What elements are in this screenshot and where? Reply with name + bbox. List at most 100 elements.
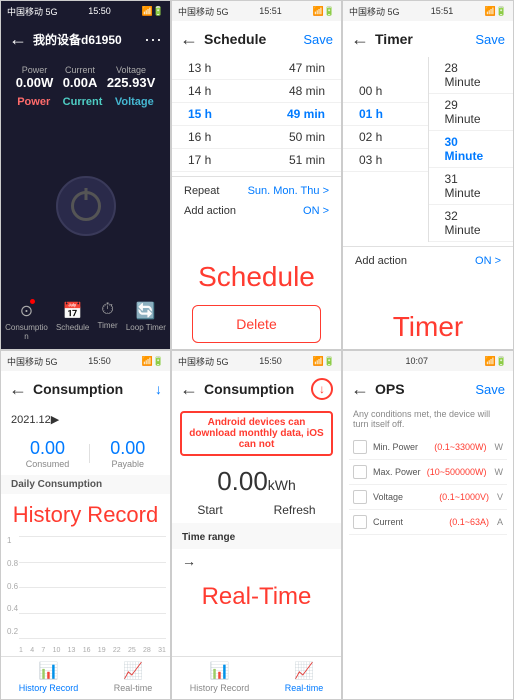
start-refresh-row: Start Refresh [172,499,341,523]
repeat-label: Repeat [184,185,219,197]
status-left: 中国移动 5G [7,5,58,18]
bottom-nav-timer[interactable]: ⏱ Timer [98,301,118,341]
nav-bar-cons-left: ← Consumption ↓ [1,371,170,407]
consumption-icon-wrap: ⊙ [20,301,33,321]
daily-consumption-header: Daily Consumption [1,475,170,494]
cons-nav-realtime[interactable]: 📈 Real-time [114,661,153,693]
start-button[interactable]: Start [197,503,222,517]
ops-back-button[interactable]: ← [351,379,369,400]
timer-save-button[interactable]: Save [475,32,505,47]
schedule-save-button[interactable]: Save [303,32,333,47]
ops-row-label-0: Min. Power [373,442,428,452]
cons-date-value: 2021.12▶ [11,413,59,426]
timer-list: -- 00 h 01 h 02 h 03 h 28 Minute 29 Minu… [343,57,513,301]
consumed-label: Consumed [26,459,70,469]
realtime-big-title: Real-Time [172,573,341,617]
timer-add-action-label: Add action [355,255,407,267]
payable-label: Payable [110,459,145,469]
schedule-row-3: 16 h 50 min [172,126,341,149]
ops-row-label-3: Current [373,517,443,527]
ops-row-range-2: (0.1~1000V) [439,492,489,502]
schedule-hour-3: 16 h [188,130,211,144]
repeat-days[interactable]: Sun. Mon. Thu > [248,185,329,197]
timer-hour-0: 00 h [343,80,428,103]
back-button[interactable]: ← [9,29,27,50]
ops-save-button[interactable]: Save [475,382,505,397]
schedule-hour-4: 17 h [188,153,211,167]
consumption-icon: ⊙ [20,303,33,320]
device-metrics: Power 0.00W Current 0.00A Voltage 225.93… [1,57,170,94]
timer-add-action-row: Add action ON > [343,251,513,271]
status-left-timer: 中国移动 5G [349,5,400,18]
cons-right-nav-realtime[interactable]: 📈 Real-time [285,661,324,693]
schedule-big-title: Schedule [172,251,341,299]
cons-left-back-button[interactable]: ← [9,379,27,400]
ops-checkbox-1[interactable] [353,465,367,479]
ops-row-range-0: (0.1~3300W) [434,442,486,452]
timer-columns: -- 00 h 01 h 02 h 03 h 28 Minute 29 Minu… [343,57,513,242]
status-left-cons-r: 中国移动 5G [178,355,229,368]
bottom-nav-schedule[interactable]: 📅 Schedule [56,301,89,341]
bottom-nav-loop-timer[interactable]: 🔄 Loop Timer [126,301,166,341]
refresh-button[interactable]: Refresh [274,503,316,517]
schedule-back-button[interactable]: ← [180,29,198,50]
status-bar-device: 中国移动 5G 15:50 📶🔋 [1,1,170,21]
ops-checkbox-0[interactable] [353,440,367,454]
device-title: 我的设备d61950 [33,31,144,48]
kwh-display: 0.00kWh [172,460,341,499]
chart-area: 1 0.8 0.6 0.4 0.2 1 4 7 10 13 16 19 22 2… [1,532,170,656]
nav-bar-device: ← 我的设备d61950 ··· [1,21,170,57]
ops-checkbox-3[interactable] [353,515,367,529]
cons-right-nav-history[interactable]: 📊 History Record [190,661,250,693]
ops-checkbox-2[interactable] [353,490,367,504]
schedule-icon: 📅 [63,301,83,321]
status-time-ops: 10:07 [406,356,429,366]
ops-row-range-3: (0.1~63A) [449,517,489,527]
nav-bar-timer: ← Timer Save [343,21,513,57]
power-button[interactable] [56,176,116,236]
status-bar-timer: 中国移动 5G 15:51 📶🔋 [343,1,513,21]
cons-right-back-button[interactable]: ← [180,379,198,400]
nav-bar-ops: ← OPS Save [343,371,513,407]
timer-min-1: 29 Minute [429,94,514,131]
cell-consumption-left: 中国移动 5G 15:50 📶🔋 ← Consumption ↓ 2021.12… [0,350,171,700]
chart-yaxis: 1 0.8 0.6 0.4 0.2 [7,536,18,636]
on-badge[interactable]: ON > [303,205,329,217]
voltage-colored-label: Voltage [115,96,154,108]
cons-nav-history-record[interactable]: 📊 History Record [19,661,79,693]
status-bar-cons-left: 中国移动 5G 15:50 📶🔋 [1,351,170,371]
timer-nav-title: Timer [375,31,475,47]
cons-right-arrow-button[interactable]: ↓ [311,378,333,400]
schedule-min-2: 49 min [287,107,325,121]
time-range-arrow[interactable]: → [172,549,341,573]
status-bar-schedule: 中国移动 5G 15:51 📶🔋 [172,1,341,21]
timer-back-button[interactable]: ← [351,29,369,50]
cell-consumption-right: 中国移动 5G 15:50 📶🔋 ← Consumption ↓ Android… [171,350,342,700]
power-value: 0.00W [16,75,54,90]
x-16: 16 [83,647,91,654]
ops-row-label-2: Voltage [373,492,433,502]
status-right-ops: 📶🔋 [485,356,507,367]
timer-on-badge[interactable]: ON > [475,255,501,267]
voltage-metric: Voltage 225.93V [107,65,155,90]
cons-right-bottom-nav: 📊 History Record 📈 Real-time [172,656,341,699]
status-right-cons-r: 📶🔋 [313,356,335,367]
cons-values: 0.00 Consumed 0.00 Payable [1,432,170,475]
status-left-schedule: 中国移动 5G [178,5,229,18]
cons-values-divider [89,444,90,463]
current-colored-label: Current [63,96,103,108]
consumption-nav-label: Consumption [5,323,48,341]
cons-download-button[interactable]: ↓ [155,381,162,397]
ops-row-3: Current (0.1~63A) A [349,510,507,535]
add-action-label: Add action [184,205,236,217]
more-button[interactable]: ··· [144,29,162,50]
realtime-icon-r: 📈 [294,661,314,681]
y-08: 0.8 [7,559,18,568]
power-label: Power [16,65,54,75]
bottom-nav-consumption[interactable]: ⊙ Consumption [5,301,48,341]
cell-ops: 10:07 📶🔋 ← OPS Save Any conditions met, … [342,350,514,700]
timer-minutes-col: 28 Minute 29 Minute 30 Minute 31 Minute … [429,57,514,242]
cell-device: 中国移动 5G 15:50 📶🔋 ← 我的设备d61950 ··· Power … [0,0,171,350]
loop-timer-nav-label: Loop Timer [126,323,166,332]
schedule-delete-button[interactable]: Delete [192,305,321,343]
